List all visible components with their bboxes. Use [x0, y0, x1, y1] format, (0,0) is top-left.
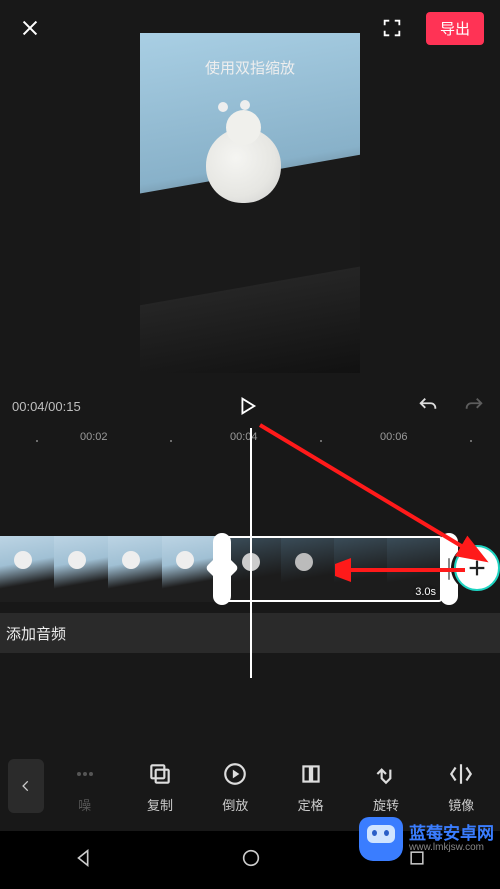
zoom-hint-label: 使用双指缩放 — [140, 57, 360, 78]
toolbar-scroll[interactable]: 噪 复制 倒放 定格 旋转 镜像 — [54, 759, 492, 814]
nav-home-icon[interactable] — [240, 847, 262, 874]
nav-recent-icon[interactable] — [407, 848, 427, 873]
ruler-mark: 00:04 — [230, 431, 258, 443]
reverse-icon — [220, 759, 250, 789]
add-clip-button[interactable] — [454, 545, 500, 591]
tool-label: 倒放 — [222, 795, 248, 814]
play-button[interactable] — [81, 395, 414, 417]
clip-duration-label: 3.0s — [415, 586, 436, 598]
clip-strip-left[interactable] — [0, 536, 216, 602]
transport-row: 00:04/00:15 — [0, 388, 500, 424]
rotate-icon — [371, 759, 401, 789]
ruler-mark: 00:02 — [80, 431, 108, 443]
time-label: 00:04/00:15 — [12, 399, 81, 414]
selected-clip[interactable]: 3.0s — [226, 536, 442, 602]
tool-noise[interactable]: 噪 — [54, 759, 115, 814]
android-navbar — [0, 831, 500, 889]
redo-icon[interactable] — [460, 392, 488, 420]
tool-freeze[interactable]: 定格 — [280, 759, 341, 814]
playhead[interactable] — [250, 428, 252, 678]
tool-label: 复制 — [147, 795, 173, 814]
tool-reverse[interactable]: 倒放 — [205, 759, 266, 814]
add-audio-label: 添加音频 — [6, 623, 66, 644]
copy-icon — [145, 759, 175, 789]
tool-label: 旋转 — [373, 795, 399, 814]
nav-back-icon[interactable] — [73, 847, 95, 874]
ruler-mark: 00:06 — [380, 431, 408, 443]
bottom-toolbar: 噪 复制 倒放 定格 旋转 镜像 — [0, 741, 500, 831]
timeline-area[interactable]: 3.0s 添加音频 — [0, 448, 500, 729]
toolbar-back-button[interactable] — [8, 759, 44, 813]
tool-label: 定格 — [298, 795, 324, 814]
tool-rotate[interactable]: 旋转 — [355, 759, 416, 814]
freeze-icon — [296, 759, 326, 789]
tool-mirror[interactable]: 镜像 — [431, 759, 492, 814]
tool-copy[interactable]: 复制 — [129, 759, 190, 814]
tool-label: 镜像 — [448, 795, 474, 814]
mirror-icon — [446, 759, 476, 789]
tool-label: 噪 — [78, 795, 91, 814]
undo-icon[interactable] — [414, 392, 442, 420]
preview-area[interactable]: 使用双指缩放 — [0, 20, 500, 385]
noise-icon — [70, 759, 100, 789]
